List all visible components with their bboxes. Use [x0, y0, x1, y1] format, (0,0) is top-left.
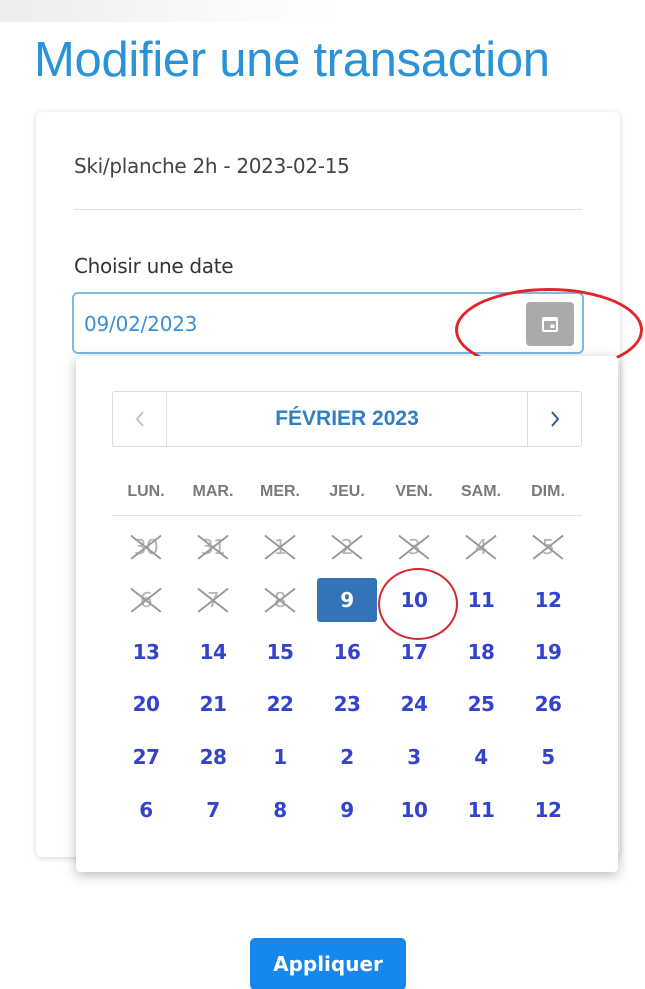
day-cell-disabled: 30	[115, 525, 177, 569]
weekday-label: DIM.	[531, 483, 565, 500]
calendar-icon	[542, 317, 558, 332]
day-cell[interactable]: 17	[383, 630, 445, 674]
weekday-label: JEU.	[329, 483, 365, 500]
day-cell[interactable]: 2	[316, 735, 378, 779]
day-cell[interactable]: 9	[316, 788, 378, 832]
day-cell[interactable]: 8	[249, 788, 311, 832]
weekday-divider	[112, 515, 582, 516]
calendar-button[interactable]	[526, 302, 574, 346]
day-cell[interactable]: 10	[383, 578, 445, 622]
day-cell-disabled: 5	[517, 525, 579, 569]
weekday-label: LUN.	[127, 483, 165, 500]
day-cell[interactable]: 23	[316, 682, 378, 726]
weekday-header: LUN. MAR. MER. JEU. VEN. SAM. DIM.	[112, 483, 582, 507]
day-cell[interactable]: 1	[249, 735, 311, 779]
day-cell[interactable]: 5	[517, 735, 579, 779]
day-cell-disabled: 4	[450, 525, 512, 569]
day-cell[interactable]: 15	[249, 630, 311, 674]
weekday-label: SAM.	[461, 483, 501, 500]
day-cell-selected[interactable]: 9	[317, 578, 377, 622]
day-cell-disabled: 8	[249, 578, 311, 622]
day-cell[interactable]: 12	[517, 578, 579, 622]
day-cell-disabled: 3	[383, 525, 445, 569]
day-cell-disabled: 2	[316, 525, 378, 569]
day-cell[interactable]: 18	[450, 630, 512, 674]
page-title: Modifier une transaction	[34, 33, 550, 87]
day-cell[interactable]: 12	[517, 788, 579, 832]
day-cell[interactable]: 26	[517, 682, 579, 726]
day-cell[interactable]: 24	[383, 682, 445, 726]
day-cell[interactable]: 19	[517, 630, 579, 674]
weekday-label: VEN.	[395, 483, 433, 500]
day-cell[interactable]: 16	[316, 630, 378, 674]
top-shadow	[0, 0, 340, 22]
next-month-button[interactable]	[527, 392, 581, 446]
day-cell[interactable]: 11	[450, 788, 512, 832]
day-cell-disabled: 31	[182, 525, 244, 569]
day-cell-disabled: 6	[115, 578, 177, 622]
divider	[74, 209, 582, 210]
chevron-left-icon	[135, 411, 144, 427]
day-cell-disabled: 7	[182, 578, 244, 622]
day-cell[interactable]: 4	[450, 735, 512, 779]
date-input-value[interactable]: 09/02/2023	[84, 312, 197, 336]
month-year-label[interactable]: FÉVRIER 2023	[167, 392, 527, 446]
day-cell[interactable]: 28	[182, 735, 244, 779]
transaction-label: Ski/planche 2h - 2023-02-15	[74, 154, 350, 178]
day-cell[interactable]: 27	[115, 735, 177, 779]
day-cell[interactable]: 13	[115, 630, 177, 674]
day-cell[interactable]: 6	[115, 788, 177, 832]
day-cell[interactable]: 11	[450, 578, 512, 622]
day-cell[interactable]: 3	[383, 735, 445, 779]
date-input[interactable]: 09/02/2023	[72, 292, 584, 354]
prev-month-button[interactable]	[113, 392, 167, 446]
weekday-label: MER.	[260, 483, 300, 500]
day-cell-disabled: 1	[249, 525, 311, 569]
day-cell[interactable]: 10	[383, 788, 445, 832]
day-cell[interactable]: 21	[182, 682, 244, 726]
day-cell[interactable]: 7	[182, 788, 244, 832]
date-field-label: Choisir une date	[74, 254, 234, 278]
day-cell[interactable]: 20	[115, 682, 177, 726]
chevron-right-icon	[550, 411, 559, 427]
apply-button[interactable]: Appliquer	[250, 938, 406, 989]
weekday-label: MAR.	[192, 483, 234, 500]
day-cell[interactable]: 25	[450, 682, 512, 726]
day-cell[interactable]: 22	[249, 682, 311, 726]
datepicker-header: FÉVRIER 2023	[112, 391, 582, 447]
day-cell[interactable]: 14	[182, 630, 244, 674]
